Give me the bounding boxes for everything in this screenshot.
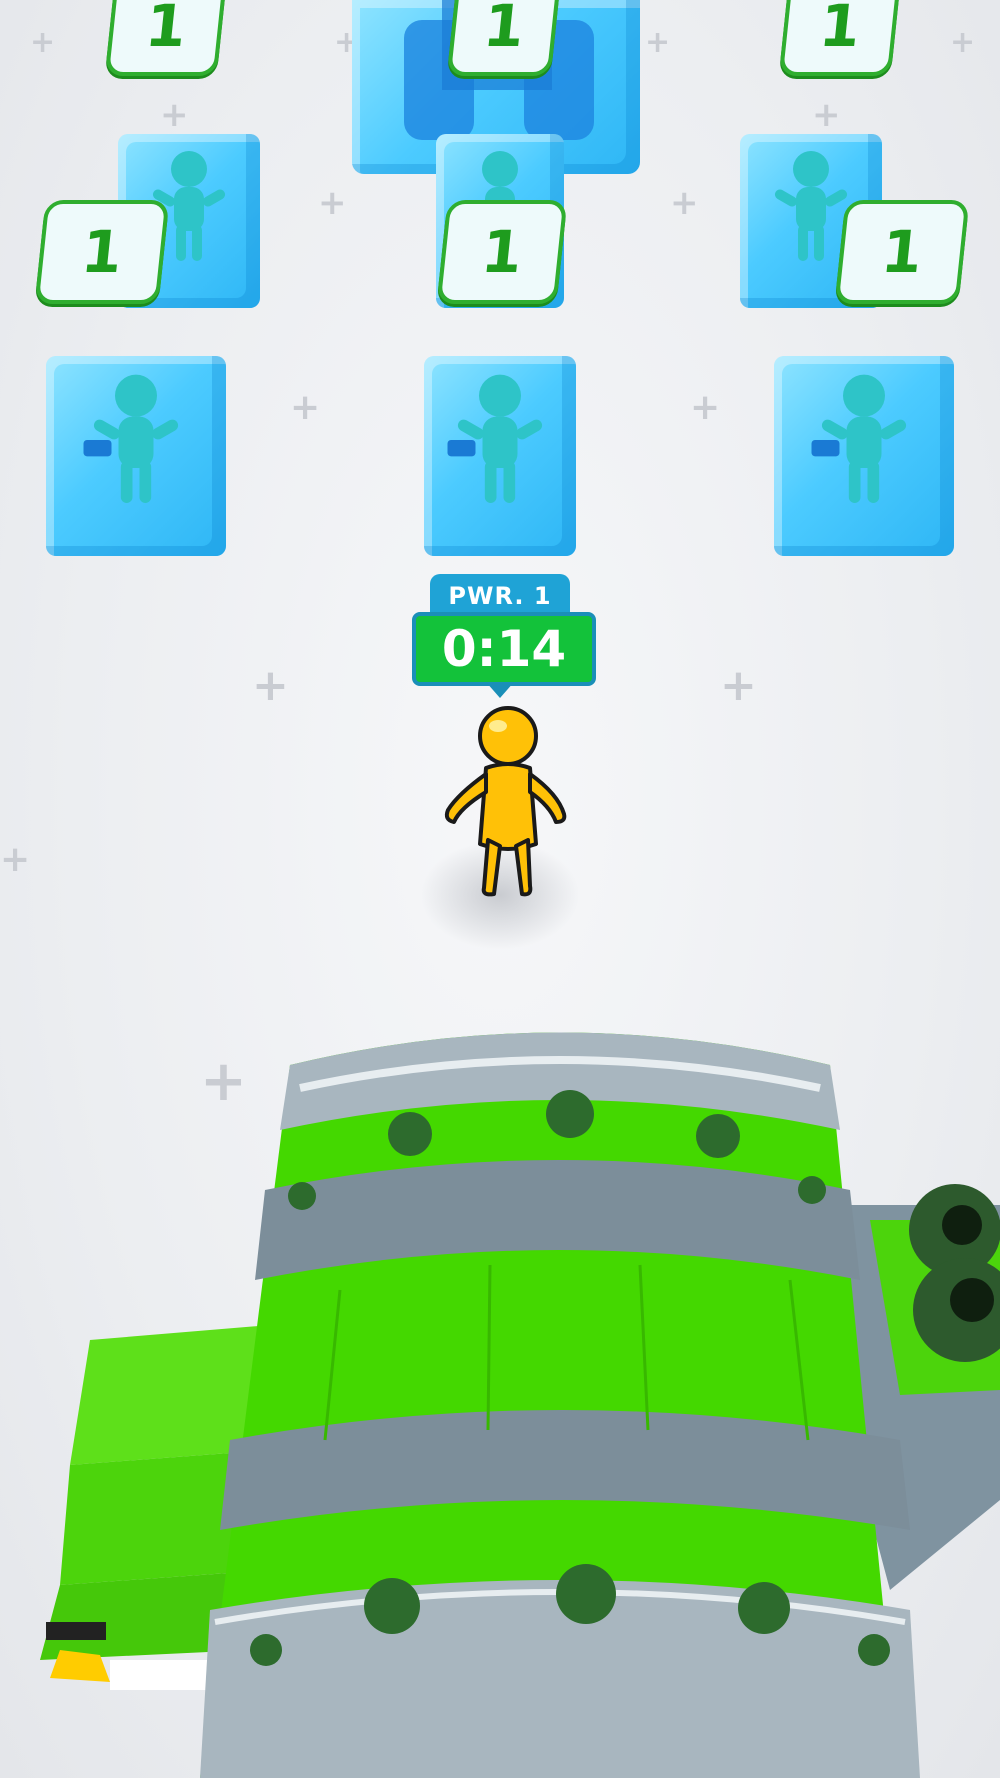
frozen-ally-icon [83,374,179,503]
unlock-cost-badge: 1 [778,0,902,76]
timer-pointer [486,682,514,698]
unlock-cost-badge: 1 [436,200,568,304]
unlock-cost-badge: 1 [446,0,562,76]
frozen-ally-icon [811,374,907,503]
unlock-cost-badge: 1 [834,200,970,304]
ice-block [774,356,954,556]
ice-block [46,356,226,556]
countdown-timer: 0:14 [412,612,596,686]
ice-block [424,356,576,556]
unlock-cost-badge: 1 [104,0,228,76]
frozen-ally-icon [447,374,543,503]
cannon-icon [40,1032,1000,1778]
player-character-icon[interactable] [436,704,576,900]
unlock-cost-badge: 1 [34,200,170,304]
